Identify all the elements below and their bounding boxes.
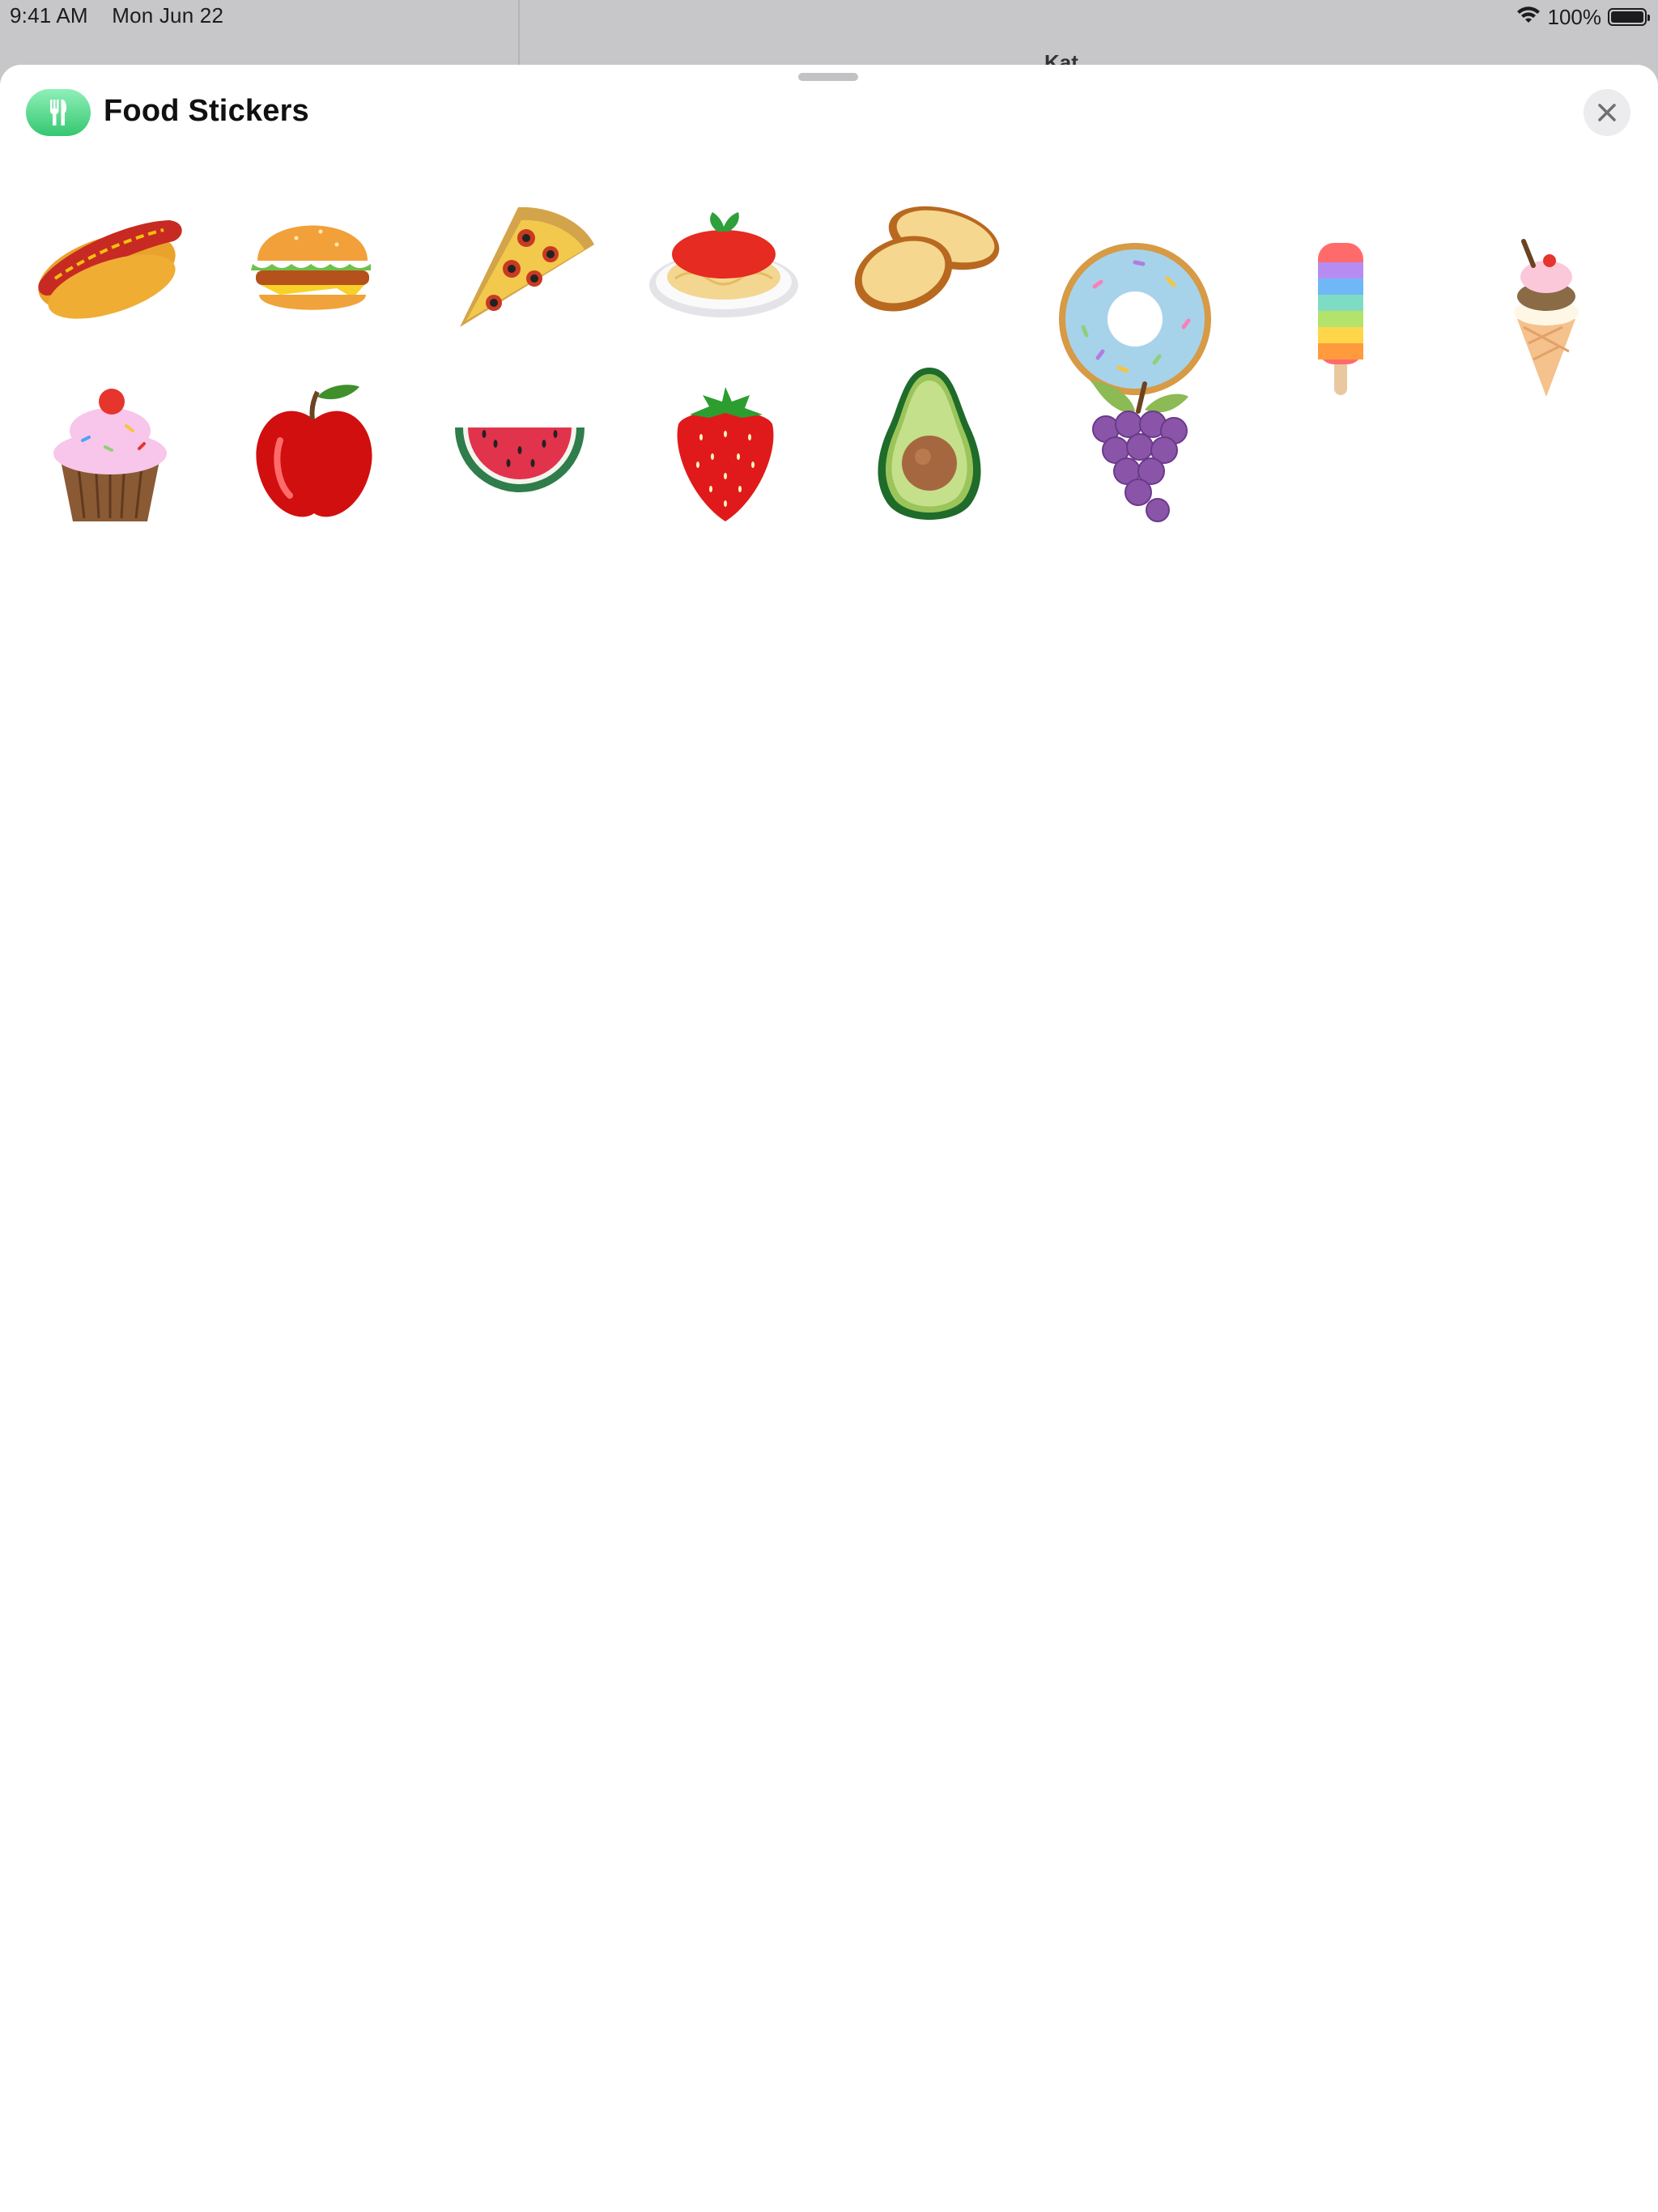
status-date: Mon Jun 22 xyxy=(112,3,224,28)
sticker-spaghetti[interactable] xyxy=(643,173,805,335)
sticker-rainbow-popsicle[interactable] xyxy=(1260,238,1422,400)
status-bar: 9:41 AM Mon Jun 22 Kat 100% xyxy=(0,0,1658,65)
fork-knife-icon xyxy=(26,89,91,136)
battery-percent: 100% xyxy=(1547,4,1602,29)
sheet-title: Food Stickers xyxy=(104,94,309,128)
sticker-cupcake[interactable] xyxy=(29,363,191,525)
sticker-hot-dog[interactable] xyxy=(28,173,189,335)
status-time-date: 9:41 AM Mon Jun 22 xyxy=(10,3,223,28)
close-x-icon xyxy=(1598,104,1616,121)
sticker-grapes[interactable] xyxy=(1054,363,1216,525)
wifi-icon xyxy=(1516,3,1541,32)
sticker-ice-cream-cone[interactable] xyxy=(1465,238,1627,400)
status-indicators: 100% xyxy=(1516,3,1650,32)
sheet-grabber[interactable] xyxy=(798,73,858,81)
sticker-avocado[interactable] xyxy=(848,363,1010,525)
background-app-title: Kat xyxy=(1044,53,1109,65)
battery-fill xyxy=(1611,11,1643,23)
sticker-hamburger[interactable] xyxy=(232,173,393,335)
sticker-red-apple[interactable] xyxy=(233,363,395,525)
sticker-pizza-slice[interactable] xyxy=(437,173,599,335)
status-time: 9:41 AM xyxy=(10,3,88,28)
close-button[interactable] xyxy=(1584,89,1630,136)
sticker-strawberry[interactable] xyxy=(644,363,806,525)
sticker-sheet: Food Stickers xyxy=(0,65,1658,2212)
split-view-divider xyxy=(518,0,520,65)
sticker-watermelon-slice[interactable] xyxy=(439,363,601,525)
battery-icon xyxy=(1608,8,1650,26)
sticker-garlic-bread[interactable] xyxy=(847,173,1009,335)
